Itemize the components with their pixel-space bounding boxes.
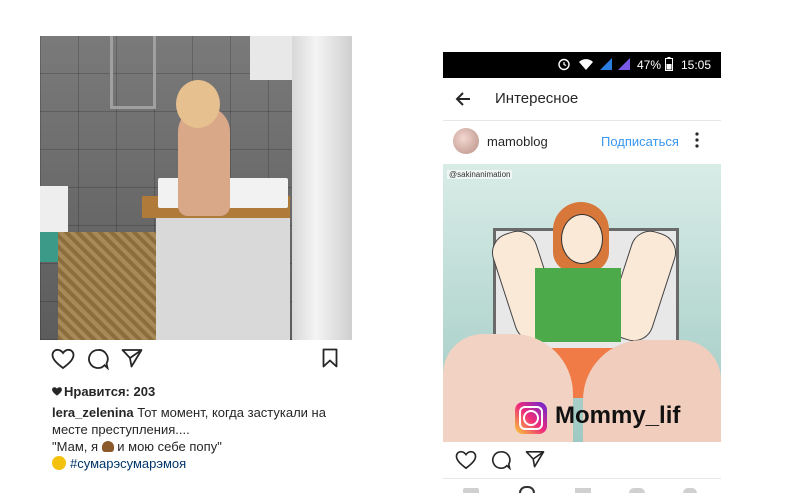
photo-cabinet xyxy=(156,218,290,340)
post-video[interactable]: @sakinanimation Mommy_lif xyxy=(443,164,721,442)
like-count[interactable]: Нравится: 203 xyxy=(64,384,155,399)
poop-emoji-icon xyxy=(101,441,114,452)
caption-username[interactable]: lera_zelenina xyxy=(52,405,134,420)
video-hand-left xyxy=(443,334,573,442)
status-bar: 47% 15:05 xyxy=(443,52,721,78)
video-face xyxy=(561,214,603,264)
back-arrow-icon[interactable] xyxy=(455,91,471,107)
phone-screen: 47% 15:05 Интересное mamoblog Подписатьс… xyxy=(443,52,721,493)
bookmark-icon[interactable] xyxy=(322,348,338,368)
phone-heart-icon[interactable] xyxy=(455,450,477,470)
scream-emoji-icon xyxy=(52,456,66,470)
post-photo[interactable] xyxy=(40,36,352,340)
page-title: Интересное xyxy=(495,90,579,107)
post-username[interactable]: mamoblog xyxy=(487,134,548,149)
wifi-icon xyxy=(579,59,593,70)
caption-hashtag[interactable]: #сумарэсумарэмоя xyxy=(70,456,186,471)
alarm-icon xyxy=(558,58,570,71)
nav-profile-icon[interactable] xyxy=(683,488,697,493)
photo-basket xyxy=(58,232,156,340)
signal-2-icon xyxy=(618,58,630,70)
likes-heart-icon xyxy=(52,387,62,396)
share-icon[interactable] xyxy=(121,348,143,368)
comment-icon[interactable] xyxy=(87,348,109,370)
photo-child-head xyxy=(176,80,220,128)
more-options-icon[interactable] xyxy=(693,130,701,150)
video-watermark: @sakinanimation xyxy=(447,170,513,179)
post-header: mamoblog Подписаться xyxy=(443,120,721,165)
instagram-logo-icon xyxy=(515,402,547,434)
nav-activity-icon[interactable] xyxy=(629,488,645,493)
follow-button[interactable]: Подписаться xyxy=(601,134,679,149)
divider xyxy=(443,478,721,479)
heart-icon[interactable] xyxy=(51,348,75,370)
nav-search-icon[interactable] xyxy=(519,486,535,493)
brand-overlay-text: Mommy_lif xyxy=(555,402,681,429)
app-bar: Интересное xyxy=(443,78,721,121)
status-time: 15:05 xyxy=(681,58,712,72)
video-dress xyxy=(535,268,621,342)
caption-quote-end: и мою себе попу" xyxy=(113,439,222,454)
phone-share-icon[interactable] xyxy=(525,450,545,468)
nav-add-icon[interactable] xyxy=(575,488,591,493)
signal-icon xyxy=(600,58,612,70)
avatar[interactable] xyxy=(453,128,479,154)
nav-home-icon[interactable] xyxy=(463,488,479,493)
post-caption: lera_zelenina Тот момент, когда застукал… xyxy=(52,404,352,472)
battery-icon xyxy=(665,57,673,71)
photo-door xyxy=(292,36,352,340)
bottom-nav-partial xyxy=(463,486,701,493)
photo-toilet xyxy=(40,186,68,236)
phone-comment-icon[interactable] xyxy=(491,450,511,470)
caption-quote-start: "Мам, я xyxy=(52,439,102,454)
battery-percent: 47% xyxy=(637,58,662,72)
photo-mirror xyxy=(250,36,294,80)
photo-towel-rail xyxy=(110,36,156,109)
